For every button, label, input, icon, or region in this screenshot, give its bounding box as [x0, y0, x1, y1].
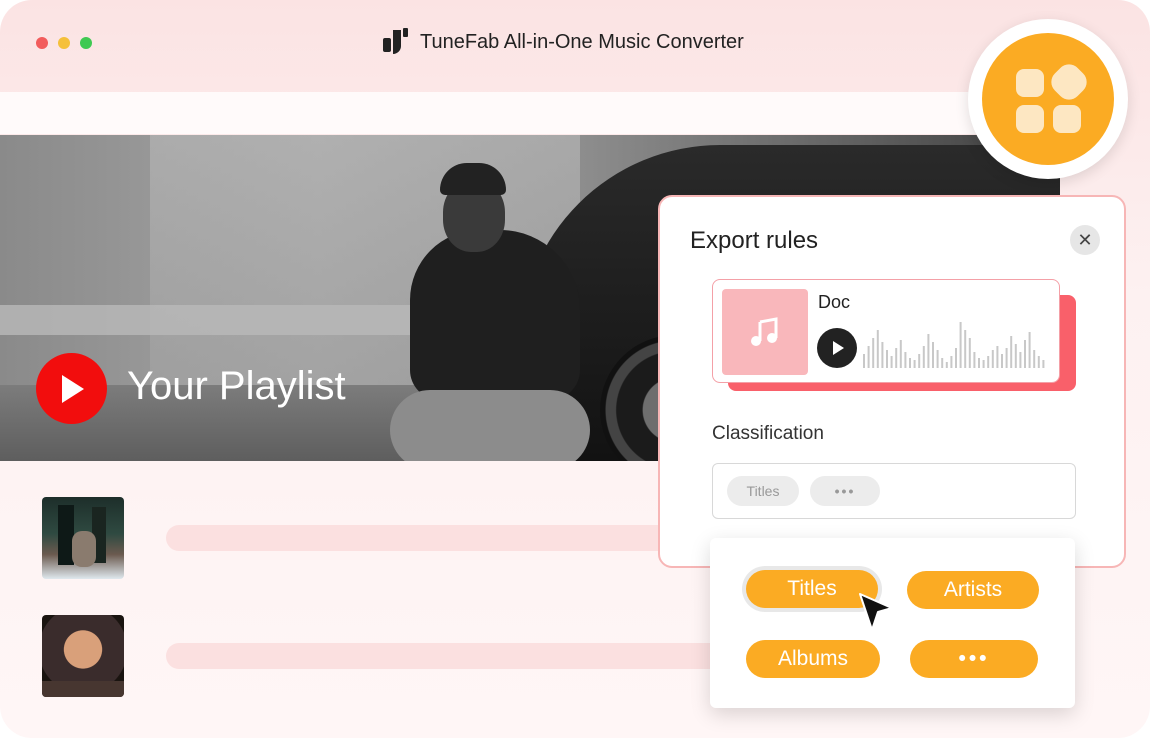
waveform-graphic	[863, 322, 1045, 368]
dialog-title: Export rules	[690, 227, 819, 254]
option-more[interactable]: •••	[910, 640, 1038, 678]
doc-card[interactable]: Doc	[712, 279, 1060, 383]
artist-photo	[410, 230, 580, 400]
minimize-window-button[interactable]	[58, 37, 70, 49]
youtube-music-logo-icon	[36, 353, 107, 424]
maximize-window-button[interactable]	[80, 37, 92, 49]
playlist-title: Your Playlist	[127, 364, 346, 408]
track-info-placeholder	[166, 525, 726, 551]
close-icon[interactable]: ✕	[1070, 225, 1100, 255]
classification-field[interactable]: Titles •••	[712, 463, 1076, 519]
apps-grid-icon[interactable]	[982, 33, 1114, 165]
play-icon[interactable]	[817, 328, 857, 368]
option-albums[interactable]: Albums	[746, 640, 880, 678]
tunefab-logo-icon	[383, 28, 411, 56]
album-cover-image	[42, 497, 124, 579]
mouse-cursor-icon	[859, 593, 893, 631]
music-note-icon	[722, 289, 808, 375]
window-title: TuneFab All-in-One Music Converter	[420, 31, 744, 53]
track-row[interactable]	[0, 497, 726, 581]
chip-titles[interactable]: Titles	[727, 476, 799, 506]
chip-more[interactable]: •••	[810, 476, 880, 506]
classification-label: Classification	[712, 423, 824, 444]
album-cover-image	[42, 615, 124, 697]
close-window-button[interactable]	[36, 37, 48, 49]
export-rules-dialog: Export rules ✕ Doc Classification Titles…	[658, 195, 1126, 568]
doc-name: Doc	[818, 292, 851, 312]
option-artists[interactable]: Artists	[907, 571, 1039, 609]
track-row[interactable]	[0, 615, 726, 699]
track-info-placeholder	[166, 643, 726, 669]
toolbar-strip	[0, 92, 1100, 134]
